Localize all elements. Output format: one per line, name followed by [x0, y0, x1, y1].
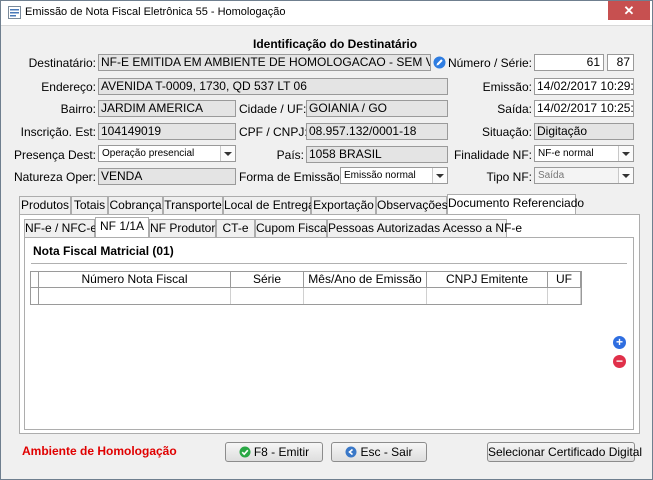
- situacao-label: Situação:: [481, 125, 532, 139]
- add-icon[interactable]: +: [613, 336, 626, 349]
- table-row-cell[interactable]: [39, 288, 231, 304]
- sub-tab-panel: Nota Fiscal Matricial (01) Número Nota F…: [24, 237, 634, 430]
- situacao-field[interactable]: Digitação: [534, 123, 634, 140]
- inscricao-field[interactable]: 104149019: [98, 123, 236, 140]
- forma-emissao-label: Forma de Emissão:: [239, 170, 344, 184]
- numero-serie-label: Número / Série:: [447, 56, 532, 70]
- emitir-button[interactable]: F8 - Emitir: [225, 442, 323, 462]
- tab-transporte[interactable]: Transporte: [163, 196, 223, 214]
- tab-exportacao[interactable]: Exportação: [311, 196, 376, 214]
- natureza-label: Natureza Oper:: [13, 170, 96, 184]
- subtab-nf-1-1a[interactable]: NF 1/1A: [95, 217, 149, 237]
- title-bar: Emissão de Nota Fiscal Eletrônica 55 - H…: [1, 1, 652, 26]
- endereco-field[interactable]: AVENIDA T-0009, 1730, QD 537 LT 06: [98, 78, 448, 95]
- remove-icon[interactable]: −: [613, 355, 626, 368]
- bairro-field[interactable]: JARDIM AMERICA: [98, 100, 236, 117]
- ambiente-label: Ambiente de Homologação: [22, 444, 177, 458]
- sair-button[interactable]: Esc - Sair: [331, 442, 427, 462]
- app-icon: [8, 6, 21, 19]
- tipo-nf-value: Saída: [538, 170, 565, 181]
- destinatario-field[interactable]: NF-E EMITIDA EM AMBIENTE DE HOMOLOGACAO …: [98, 54, 431, 71]
- presenca-select[interactable]: Operação presencial: [98, 145, 236, 162]
- finalidade-label: Finalidade NF:: [453, 148, 532, 162]
- endereco-label: Endereço:: [41, 80, 96, 94]
- destinatario-label: Destinatário:: [28, 56, 96, 70]
- emissao-field[interactable]: 14/02/2017 10:29:16: [534, 78, 634, 95]
- forma-emissao-value: Emissão normal: [344, 170, 416, 181]
- inscricao-label: Inscrição. Est:: [20, 125, 96, 139]
- exit-icon: [345, 446, 357, 458]
- tab-observacoes[interactable]: Observações: [376, 196, 448, 214]
- subtab-nf-produtor[interactable]: NF Produtor: [149, 219, 216, 237]
- tipo-nf-select[interactable]: Saída: [534, 167, 634, 184]
- table-row-cell[interactable]: [231, 288, 304, 304]
- nf-matricial-grid[interactable]: Número Nota Fiscal Série Mês/Ano de Emis…: [30, 271, 582, 305]
- col-cnpj-emitente[interactable]: CNPJ Emitente: [427, 272, 548, 288]
- col-serie[interactable]: Série: [231, 272, 304, 288]
- finalidade-select[interactable]: NF-e normal: [534, 145, 634, 162]
- natureza-field[interactable]: VENDA: [98, 168, 236, 185]
- certificado-button[interactable]: Selecionar Certificado Digital: [487, 442, 642, 462]
- cidade-uf-field[interactable]: GOIANIA / GO: [306, 100, 448, 117]
- chevron-down-icon[interactable]: [618, 168, 633, 183]
- cpf-cnpj-label: CPF / CNPJ:: [239, 125, 308, 139]
- pais-label: País:: [276, 148, 304, 162]
- tab-local-entrega[interactable]: Local de Entrega: [223, 196, 315, 214]
- tipo-nf-label: Tipo NF:: [486, 170, 532, 184]
- saida-label: Saída:: [497, 102, 532, 116]
- chevron-down-icon[interactable]: [432, 168, 447, 183]
- subtab-nfe-nfce[interactable]: NF-e / NFC-e: [24, 219, 97, 237]
- chevron-down-icon[interactable]: [220, 146, 235, 161]
- col-mes-ano[interactable]: Mês/Ano de Emissão: [304, 272, 427, 288]
- sub-tabs: NF-e / NFC-e NF 1/1A NF Produtor CT-e Cu…: [24, 217, 522, 238]
- subtab-pessoas-autorizadas[interactable]: Pessoas Autorizadas Acesso a NF-e: [327, 219, 522, 237]
- presenca-label: Presença Dest:: [13, 148, 96, 162]
- col-uf[interactable]: UF: [548, 272, 581, 288]
- subtab-cte[interactable]: CT-e: [216, 219, 255, 237]
- window-title: Emissão de Nota Fiscal Eletrônica 55 - H…: [25, 6, 286, 18]
- forma-emissao-select[interactable]: Emissão normal: [340, 167, 448, 184]
- pais-field[interactable]: 1058 BRASIL: [306, 146, 448, 163]
- client-area: Identificação do Destinatário Destinatár…: [7, 30, 646, 474]
- bairro-label: Bairro:: [60, 102, 96, 116]
- edit-destinatario-icon[interactable]: [433, 56, 446, 69]
- tab-documento-referenciado[interactable]: Documento Referenciado: [447, 194, 584, 214]
- presenca-value: Operação presencial: [102, 148, 195, 159]
- tab-cobranca[interactable]: Cobrança: [108, 196, 163, 214]
- emissao-label: Emissão:: [482, 80, 532, 94]
- emitir-label: F8 - Emitir: [253, 445, 310, 459]
- close-button[interactable]: ✕: [608, 1, 650, 20]
- finalidade-value: NF-e normal: [538, 148, 594, 159]
- saida-field[interactable]: 14/02/2017 10:25:53: [534, 100, 634, 117]
- cidade-uf-label: Cidade / UF:: [239, 102, 307, 116]
- col-numero-nf[interactable]: Número Nota Fiscal: [39, 272, 231, 288]
- cpf-cnpj-field[interactable]: 08.957.132/0001-18: [306, 123, 448, 140]
- check-icon: [239, 446, 251, 458]
- serie-field[interactable]: 87: [607, 54, 634, 71]
- panel-title: Nota Fiscal Matricial (01): [33, 244, 174, 258]
- nfe-window: Emissão de Nota Fiscal Eletrônica 55 - H…: [0, 0, 653, 480]
- main-tabs: Produtos Totais Cobrança Transporte Loca…: [19, 194, 609, 215]
- subtab-cupom-fiscal[interactable]: Cupom Fiscal: [255, 219, 329, 237]
- table-row-cell[interactable]: [427, 288, 548, 304]
- main-tab-panel: NF-e / NFC-e NF 1/1A NF Produtor CT-e Cu…: [19, 214, 640, 434]
- row-indicator: [31, 288, 39, 304]
- table-row-cell[interactable]: [304, 288, 427, 304]
- table-row-cell[interactable]: [548, 288, 581, 304]
- section-title: Identificação do Destinatário: [253, 37, 418, 51]
- numero-field[interactable]: 61: [534, 54, 604, 71]
- tab-totais[interactable]: Totais: [71, 196, 108, 214]
- sair-label: Esc - Sair: [360, 445, 413, 459]
- tab-produtos[interactable]: Produtos: [19, 196, 71, 214]
- chevron-down-icon[interactable]: [618, 146, 633, 161]
- panel-title-divider: [31, 263, 627, 264]
- col-spacer: [31, 272, 39, 288]
